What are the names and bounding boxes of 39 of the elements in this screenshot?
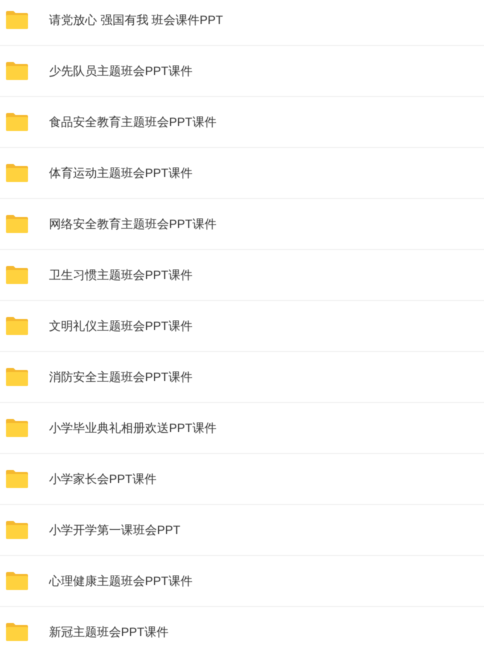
folder-row[interactable]: 新冠主题班会PPT课件 (0, 607, 484, 655)
folder-name: 食品安全教育主题班会PPT课件 (49, 114, 216, 131)
folder-name: 少先队员主题班会PPT课件 (49, 63, 192, 80)
folder-name: 小学家长会PPT课件 (49, 471, 156, 488)
folder-row[interactable]: 食品安全教育主题班会PPT课件 (0, 97, 484, 148)
folder-row[interactable]: 请党放心 强国有我 班会课件PPT (0, 0, 484, 46)
folder-row[interactable]: 少先队员主题班会PPT课件 (0, 46, 484, 97)
folder-row[interactable]: 心理健康主题班会PPT课件 (0, 556, 484, 607)
folder-icon (5, 367, 29, 387)
folder-name: 消防安全主题班会PPT课件 (49, 369, 192, 386)
folder-row[interactable]: 小学家长会PPT课件 (0, 454, 484, 505)
folder-name: 心理健康主题班会PPT课件 (49, 573, 192, 590)
folder-icon (5, 61, 29, 81)
folder-row[interactable]: 体育运动主题班会PPT课件 (0, 148, 484, 199)
folder-icon (5, 265, 29, 285)
folder-row[interactable]: 小学毕业典礼相册欢送PPT课件 (0, 403, 484, 454)
folder-icon (5, 214, 29, 234)
folder-icon (5, 112, 29, 132)
folder-name: 文明礼仪主题班会PPT课件 (49, 318, 192, 335)
folder-icon (5, 163, 29, 183)
folder-name: 新冠主题班会PPT课件 (49, 624, 168, 641)
folder-row[interactable]: 小学开学第一课班会PPT (0, 505, 484, 556)
folder-name: 请党放心 强国有我 班会课件PPT (49, 12, 224, 29)
folder-name: 小学毕业典礼相册欢送PPT课件 (49, 420, 216, 437)
folder-icon (5, 316, 29, 336)
folder-icon (5, 622, 29, 642)
folder-row[interactable]: 消防安全主题班会PPT课件 (0, 352, 484, 403)
folder-name: 卫生习惯主题班会PPT课件 (49, 267, 192, 284)
folder-name: 网络安全教育主题班会PPT课件 (49, 216, 216, 233)
folder-name: 体育运动主题班会PPT课件 (49, 165, 192, 182)
folder-name: 小学开学第一课班会PPT (49, 522, 180, 539)
folder-row[interactable]: 文明礼仪主题班会PPT课件 (0, 301, 484, 352)
folder-icon (5, 418, 29, 438)
folder-row[interactable]: 卫生习惯主题班会PPT课件 (0, 250, 484, 301)
folder-icon (5, 571, 29, 591)
folder-icon (5, 10, 29, 30)
folder-icon (5, 469, 29, 489)
folder-row[interactable]: 网络安全教育主题班会PPT课件 (0, 199, 484, 250)
folder-icon (5, 520, 29, 540)
